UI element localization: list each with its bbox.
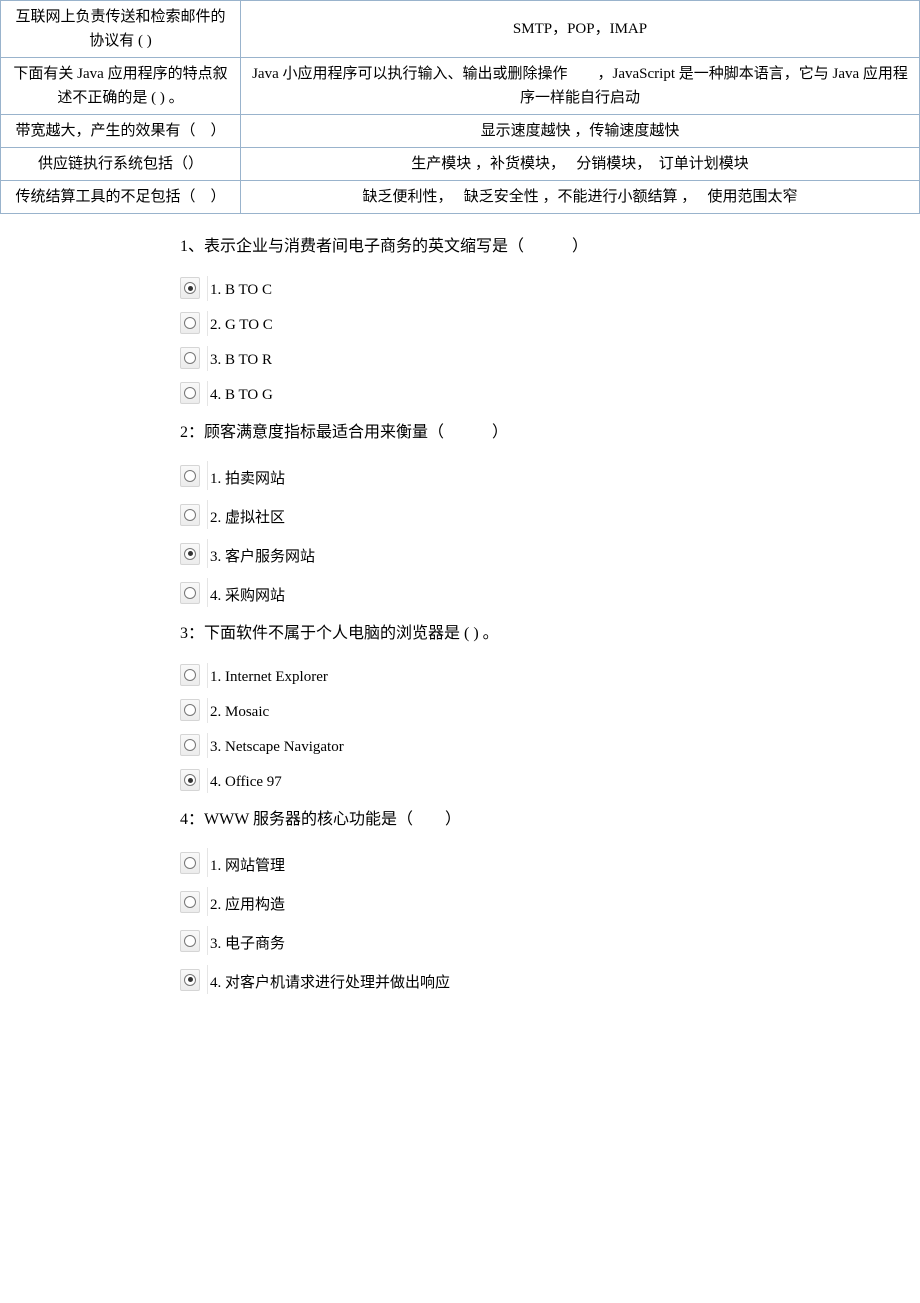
table-cell-answer: Java 小应用程序可以执行输入、输出或删除操作 ，JavaScript 是一种… <box>241 58 920 115</box>
radio-icon[interactable] <box>180 347 200 369</box>
radio-icon[interactable] <box>180 543 200 565</box>
option-label: 1. B TO C <box>207 276 272 301</box>
table-cell-answer: 缺乏便利性， 缺乏安全性 ，不能进行小额结算 ， 使用范围太窄 <box>241 181 920 214</box>
radio-icon[interactable] <box>180 769 200 791</box>
table-row: 互联网上负责传送和检索邮件的协议有 ( )SMTP，POP，IMAP <box>1 1 920 58</box>
option-row[interactable]: 2. G TO C <box>180 311 860 336</box>
radio-icon[interactable] <box>180 277 200 299</box>
radio-icon[interactable] <box>180 852 200 874</box>
table-cell-answer: 生产模块 ，补货模块， 分销模块， 订单计划模块 <box>241 148 920 181</box>
radio-icon[interactable] <box>180 891 200 913</box>
table-row: 带宽越大，产生的效果有（ ）显示速度越快 ，传输速度越快 <box>1 115 920 148</box>
option-label: 4. B TO G <box>207 381 273 406</box>
question-text: 4：WWW 服务器的核心功能是（ ） <box>180 807 860 833</box>
option-row[interactable]: 4. B TO G <box>180 381 860 406</box>
option-label: 4. 对客户机请求进行处理并做出响应 <box>207 965 450 994</box>
radio-icon[interactable] <box>180 734 200 756</box>
option-row[interactable]: 3. B TO R <box>180 346 860 371</box>
option-label: 3. 客户服务网站 <box>207 539 315 568</box>
option-row[interactable]: 4. 对客户机请求进行处理并做出响应 <box>180 965 860 994</box>
radio-icon[interactable] <box>180 465 200 487</box>
table-cell-question: 带宽越大，产生的效果有（ ） <box>1 115 241 148</box>
table-cell-question: 传统结算工具的不足包括（ ） <box>1 181 241 214</box>
radio-icon[interactable] <box>180 969 200 991</box>
table-row: 供应链执行系统包括（）生产模块 ，补货模块， 分销模块， 订单计划模块 <box>1 148 920 181</box>
radio-icon[interactable] <box>180 504 200 526</box>
radio-icon[interactable] <box>180 930 200 952</box>
radio-icon[interactable] <box>180 664 200 686</box>
question-block: 3：下面软件不属于个人电脑的浏览器是 ( ) 。 1. Internet Expl… <box>180 621 860 793</box>
option-row[interactable]: 2. 应用构造 <box>180 887 860 916</box>
option-row[interactable]: 3. 客户服务网站 <box>180 539 860 568</box>
radio-icon[interactable] <box>180 582 200 604</box>
summary-table: 互联网上负责传送和检索邮件的协议有 ( )SMTP，POP，IMAP下面有关 J… <box>0 0 920 214</box>
option-label: 1. Internet Explorer <box>207 663 328 688</box>
option-row[interactable]: 3. Netscape Navigator <box>180 733 860 758</box>
question-text: 1、表示企业与消费者间电子商务的英文缩写是（ ） <box>180 234 860 260</box>
table-cell-answer: SMTP，POP，IMAP <box>241 1 920 58</box>
option-label: 1. 网站管理 <box>207 848 285 877</box>
option-row[interactable]: 4. Office 97 <box>180 768 860 793</box>
table-cell-question: 互联网上负责传送和检索邮件的协议有 ( ) <box>1 1 241 58</box>
option-label: 3. 电子商务 <box>207 926 285 955</box>
option-row[interactable]: 2. Mosaic <box>180 698 860 723</box>
question-block: 4：WWW 服务器的核心功能是（ ） 1. 网站管理 2. 应用构造 3. 电子商务 4… <box>180 807 860 995</box>
option-row[interactable]: 3. 电子商务 <box>180 926 860 955</box>
option-label: 4. Office 97 <box>207 768 282 793</box>
option-row[interactable]: 1. 拍卖网站 <box>180 461 860 490</box>
option-label: 2. Mosaic <box>207 698 269 723</box>
option-label: 2. 应用构造 <box>207 887 285 916</box>
option-row[interactable]: 4. 采购网站 <box>180 578 860 607</box>
option-label: 4. 采购网站 <box>207 578 285 607</box>
option-row[interactable]: 1. Internet Explorer <box>180 663 860 688</box>
option-row[interactable]: 1. B TO C <box>180 276 860 301</box>
radio-icon[interactable] <box>180 699 200 721</box>
option-label: 1. 拍卖网站 <box>207 461 285 490</box>
option-label: 2. G TO C <box>207 311 273 336</box>
question-block: 1、表示企业与消费者间电子商务的英文缩写是（ ） 1. B TO C 2. G TO… <box>180 234 860 406</box>
table-cell-question: 供应链执行系统包括（） <box>1 148 241 181</box>
option-label: 3. B TO R <box>207 346 272 371</box>
radio-icon[interactable] <box>180 312 200 334</box>
questions-section: 1、表示企业与消费者间电子商务的英文缩写是（ ） 1. B TO C 2. G TO… <box>0 234 920 994</box>
option-row[interactable]: 2. 虚拟社区 <box>180 500 860 529</box>
question-text: 2：顾客满意度指标最适合用来衡量（ ） <box>180 420 860 446</box>
option-label: 2. 虚拟社区 <box>207 500 285 529</box>
option-label: 3. Netscape Navigator <box>207 733 344 758</box>
radio-icon[interactable] <box>180 382 200 404</box>
option-row[interactable]: 1. 网站管理 <box>180 848 860 877</box>
table-cell-question: 下面有关 Java 应用程序的特点叙述不正确的是 ( ) 。 <box>1 58 241 115</box>
table-cell-answer: 显示速度越快 ，传输速度越快 <box>241 115 920 148</box>
question-text: 3：下面软件不属于个人电脑的浏览器是 ( ) 。 <box>180 621 860 647</box>
question-block: 2：顾客满意度指标最适合用来衡量（ ） 1. 拍卖网站 2. 虚拟社区 3. 客户服务… <box>180 420 860 608</box>
table-row: 下面有关 Java 应用程序的特点叙述不正确的是 ( ) 。Java 小应用程序… <box>1 58 920 115</box>
table-row: 传统结算工具的不足包括（ ）缺乏便利性， 缺乏安全性 ，不能进行小额结算 ， 使… <box>1 181 920 214</box>
